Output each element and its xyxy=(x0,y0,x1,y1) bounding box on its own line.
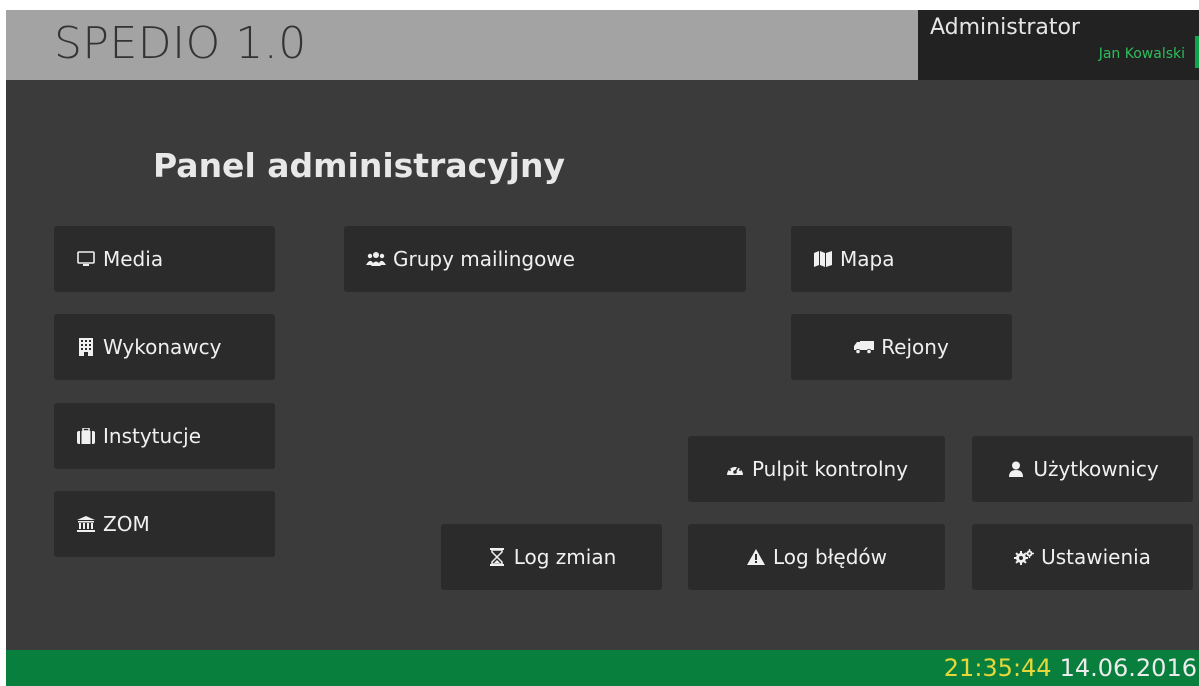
user-panel[interactable]: Administrator Jan Kowalski xyxy=(918,10,1199,80)
tile-label: Ustawienia xyxy=(1041,545,1151,569)
clock: 21:35:44 14.06.2016 xyxy=(944,654,1197,682)
institution-icon xyxy=(76,514,96,534)
gears-icon xyxy=(1014,547,1035,567)
tile-label: Instytucje xyxy=(103,424,202,448)
tile-log-zmian[interactable]: Log zmian xyxy=(441,524,662,590)
user-role: Administrator xyxy=(930,15,1080,40)
tile-uzytkownicy[interactable]: Użytkownicy xyxy=(972,436,1193,502)
footer-bar: 21:35:44 14.06.2016 xyxy=(6,650,1199,686)
page-title: Panel administracyjny xyxy=(153,146,565,185)
tile-log-bledow[interactable]: Log błędów xyxy=(688,524,945,590)
tile-label: ZOM xyxy=(103,512,150,536)
map-icon xyxy=(813,249,833,269)
user-icon xyxy=(1006,459,1026,479)
tile-rejony[interactable]: Rejony xyxy=(791,314,1012,380)
tile-label: Grupy mailingowe xyxy=(393,247,575,271)
tile-label: Pulpit kontrolny xyxy=(751,457,909,481)
tile-instytucje[interactable]: Instytucje xyxy=(54,403,275,469)
clock-time: 21:35:44 xyxy=(943,654,1052,682)
warning-icon xyxy=(746,547,766,567)
tile-label: Mapa xyxy=(840,247,895,271)
tile-label: Wykonawcy xyxy=(103,335,222,359)
tile-wykonawcy[interactable]: Wykonawcy xyxy=(54,314,275,380)
users-icon xyxy=(366,249,386,269)
user-name: Jan Kowalski xyxy=(1098,46,1185,62)
tile-label: Log błędów xyxy=(772,545,888,569)
app-title: SPEDIO 1.0 xyxy=(54,18,307,69)
monitor-icon xyxy=(76,249,96,269)
tile-label: Log zmian xyxy=(513,545,617,569)
tile-zom[interactable]: ZOM xyxy=(54,491,275,557)
hourglass-icon xyxy=(487,547,507,567)
tile-pulpit-kontrolny[interactable]: Pulpit kontrolny xyxy=(688,436,945,502)
building-icon xyxy=(76,337,96,357)
tile-grupy-mailingowe[interactable]: Grupy mailingowe xyxy=(344,226,746,292)
tile-label: Media xyxy=(103,247,164,271)
app-window: SPEDIO 1.0 Administrator Jan Kowalski Pa… xyxy=(6,10,1199,686)
dashboard-icon xyxy=(725,459,745,479)
header-bar: SPEDIO 1.0 Administrator Jan Kowalski xyxy=(6,10,1199,80)
tile-ustawienia[interactable]: Ustawienia xyxy=(972,524,1193,590)
tile-media[interactable]: Media xyxy=(54,226,275,292)
clock-date: 14.06.2016 xyxy=(1059,654,1197,682)
tile-mapa[interactable]: Mapa xyxy=(791,226,1012,292)
user-accent-bar xyxy=(1195,36,1199,68)
truck-icon xyxy=(854,337,875,357)
briefcase-icon xyxy=(76,426,96,446)
tile-label: Użytkownicy xyxy=(1033,457,1159,481)
tile-label: Rejony xyxy=(881,335,949,359)
